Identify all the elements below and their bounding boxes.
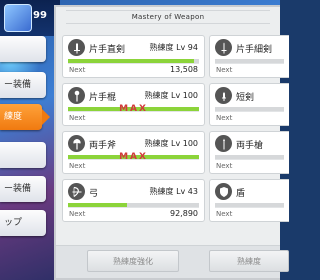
weapon-name: 盾	[236, 189, 246, 199]
mastery-level: 熟練度 Lv 100	[144, 91, 198, 100]
next-label: Next	[69, 162, 86, 170]
weapon-name: 弓	[89, 189, 99, 199]
weapon-name: 片手棍	[89, 93, 117, 103]
active-arrow-icon	[42, 109, 50, 125]
weapon-name: 両手槍	[236, 141, 264, 151]
weapon-card[interactable]: 両手槍 Next	[209, 131, 289, 174]
max-badge: MAX	[119, 152, 148, 162]
sidebar-item-4[interactable]	[0, 142, 46, 168]
weapon-card[interactable]: 両手斧 熟練度 Lv 100 MAX Next	[62, 131, 205, 174]
player-status-bar: 99	[0, 0, 60, 36]
weapon-card[interactable]: 短剣 Next	[209, 83, 289, 126]
next-exp-value: 13,508	[170, 65, 198, 74]
next-label: Next	[69, 114, 86, 122]
next-divider	[215, 111, 284, 112]
sidebar-item-6[interactable]: ップ	[0, 210, 46, 236]
next-label: Next	[216, 114, 233, 122]
currency-value: 99	[33, 10, 47, 21]
next-label: Next	[216, 162, 233, 170]
axe-icon	[68, 135, 85, 152]
weapon-name: 片手細剣	[236, 45, 273, 55]
weapon-card[interactable]: 片手細剣 Next	[209, 35, 289, 78]
sidebar-item-5[interactable]: ー装備	[0, 176, 46, 202]
weapon-name: 両手斧	[89, 141, 117, 151]
next-divider	[68, 207, 199, 208]
max-badge: MAX	[119, 104, 148, 114]
mastery-level: 熟練度 Lv 43	[149, 187, 198, 196]
weapon-name: 片手直剣	[89, 45, 126, 55]
next-label: Next	[216, 66, 233, 74]
sword-icon	[68, 39, 85, 56]
next-label: Next	[69, 210, 86, 218]
next-label: Next	[69, 66, 86, 74]
next-divider	[68, 63, 199, 64]
next-divider	[68, 111, 199, 112]
next-exp-value: 92,890	[170, 209, 198, 218]
dagger-icon	[215, 87, 232, 104]
sidebar-item-2[interactable]: ー装備	[0, 72, 46, 98]
next-divider	[68, 159, 199, 160]
mastery-level: 熟練度 Lv 100	[144, 139, 198, 148]
weapon-card[interactable]: 弓 熟練度 Lv 43 Next 92,890	[62, 179, 205, 222]
weapon-name: 短剣	[236, 93, 255, 103]
panel-footer: 熟練度強化 熟練度	[56, 245, 289, 278]
mastery-level: 熟練度 Lv 94	[149, 43, 198, 52]
weapon-card[interactable]: 盾 Next	[209, 179, 289, 222]
mastery-secondary-button[interactable]: 熟練度	[209, 250, 289, 272]
sidebar-item-mastery[interactable]: 練度	[0, 104, 50, 130]
next-divider	[215, 207, 284, 208]
panel-title: Mastery of Weapon	[131, 13, 205, 21]
bow-icon	[68, 183, 85, 200]
mastery-enhance-button[interactable]: 熟練度強化	[87, 250, 179, 272]
next-label: Next	[216, 210, 233, 218]
rapier-icon	[215, 39, 232, 56]
next-divider	[215, 63, 284, 64]
mastery-panel: Mastery of Weapon 片手直剣 熟練度 Lv 94 Next 13,50…	[54, 5, 289, 280]
spear-icon	[215, 135, 232, 152]
weapon-card[interactable]: 片手直剣 熟練度 Lv 94 Next 13,508	[62, 35, 205, 78]
sidebar-item-1[interactable]	[0, 36, 46, 62]
player-avatar[interactable]	[4, 4, 32, 32]
shield-icon	[215, 183, 232, 200]
next-divider	[215, 159, 284, 160]
weapon-card[interactable]: 片手棍 熟練度 Lv 100 MAX Next	[62, 83, 205, 126]
mace-icon	[68, 87, 85, 104]
